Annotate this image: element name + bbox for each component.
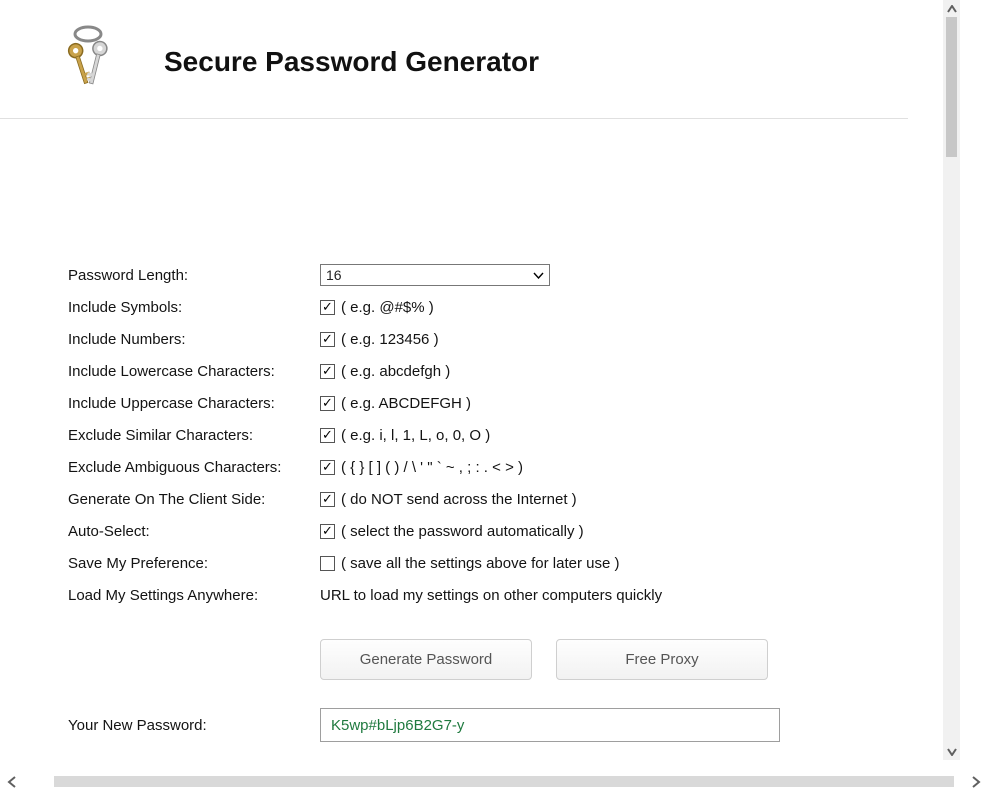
similar-label: Exclude Similar Characters: [68, 427, 320, 444]
ambiguous-hint: ( { } [ ] ( ) / \ ' " ` ~ , ; : . < > ) [341, 459, 523, 476]
lowercase-hint: ( e.g. abcdefgh ) [341, 363, 450, 380]
exclude-ambiguous-checkbox[interactable] [320, 460, 335, 475]
save-preference-checkbox[interactable] [320, 556, 335, 571]
lowercase-label: Include Lowercase Characters: [68, 363, 320, 380]
symbols-label: Include Symbols: [68, 299, 320, 316]
numbers-hint: ( e.g. 123456 ) [341, 331, 439, 348]
uppercase-hint: ( e.g. ABCDEFGH ) [341, 395, 471, 412]
symbols-hint: ( e.g. @#$% ) [341, 299, 434, 316]
vertical-scrollbar[interactable] [943, 0, 960, 760]
similar-hint: ( e.g. i, l, 1, L, o, 0, O ) [341, 427, 490, 444]
autoselect-hint: ( select the password automatically ) [341, 523, 584, 540]
ambiguous-label: Exclude Ambiguous Characters: [68, 459, 320, 476]
auto-select-checkbox[interactable] [320, 524, 335, 539]
scroll-left-icon[interactable] [0, 773, 24, 790]
autoselect-label: Auto-Select: [68, 523, 320, 540]
loadsettings-hint: URL to load my settings on other compute… [320, 587, 662, 604]
loadsettings-label: Load My Settings Anywhere: [68, 587, 320, 604]
savepref-hint: ( save all the settings above for later … [341, 555, 619, 572]
client-side-checkbox[interactable] [320, 492, 335, 507]
page-title: Secure Password Generator [164, 46, 539, 78]
password-value: K5wp#bLjp6B2G7-y [331, 717, 464, 734]
hscroll-track[interactable] [54, 776, 954, 787]
include-lowercase-checkbox[interactable] [320, 364, 335, 379]
output-label: Your New Password: [68, 717, 320, 734]
uppercase-label: Include Uppercase Characters: [68, 395, 320, 412]
chevron-down-icon [529, 272, 547, 279]
savepref-label: Save My Preference: [68, 555, 320, 572]
length-value: 16 [326, 267, 342, 283]
include-uppercase-checkbox[interactable] [320, 396, 335, 411]
numbers-label: Include Numbers: [68, 331, 320, 348]
scroll-right-icon[interactable] [964, 773, 988, 790]
header: Secure Password Generator [0, 0, 908, 119]
free-proxy-button[interactable]: Free Proxy [556, 639, 768, 680]
include-numbers-checkbox[interactable] [320, 332, 335, 347]
client-label: Generate On The Client Side: [68, 491, 320, 508]
scroll-up-icon[interactable] [943, 0, 960, 17]
keys-icon [60, 24, 116, 100]
scroll-down-icon[interactable] [943, 743, 960, 760]
client-hint: ( do NOT send across the Internet ) [341, 491, 577, 508]
horizontal-scrollbar[interactable] [0, 773, 988, 790]
include-symbols-checkbox[interactable] [320, 300, 335, 315]
password-length-select[interactable]: 16 [320, 264, 550, 286]
length-label: Password Length: [68, 267, 320, 284]
form-area: Password Length: 16 Include Symbols: ( e… [0, 119, 960, 760]
scrollbar-thumb[interactable] [946, 17, 957, 157]
password-output[interactable]: K5wp#bLjp6B2G7-y [320, 708, 780, 742]
generate-password-button[interactable]: Generate Password [320, 639, 532, 680]
exclude-similar-checkbox[interactable] [320, 428, 335, 443]
